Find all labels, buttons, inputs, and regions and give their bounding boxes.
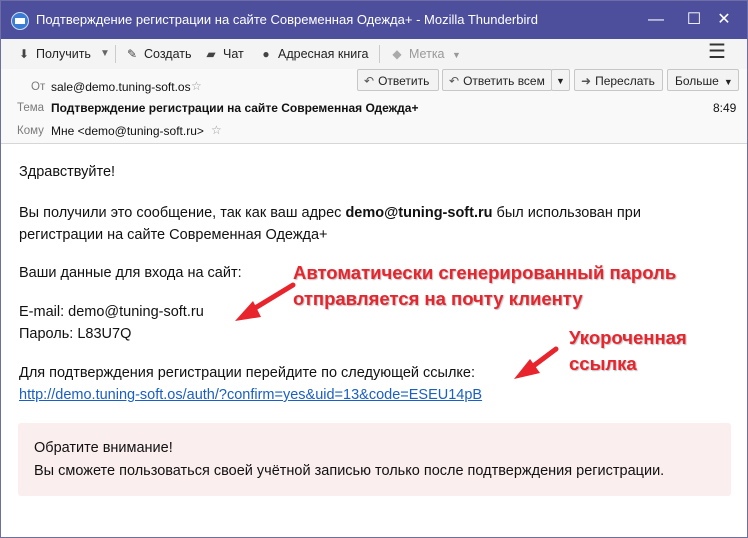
- password-annotation-line1: Автоматически сгенерированный пароль: [293, 262, 677, 283]
- link-annotation-line2: ссылка: [569, 353, 637, 374]
- link-annotation-line1: Укороченная: [569, 327, 687, 348]
- thunderbird-window: Подтверждение регистрации на сайте Совре…: [0, 0, 748, 538]
- password-annotation-line2: отправляется на почту клиенту: [293, 288, 583, 309]
